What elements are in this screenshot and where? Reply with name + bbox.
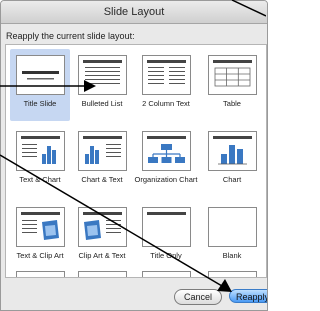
layout-blank-icon (208, 207, 257, 247)
layout-label: Text & Clip Art (16, 251, 64, 260)
layout-label: Blank (222, 251, 242, 260)
layout-option-blank[interactable]: Blank (202, 201, 262, 273)
layout-label: Clip Art & Text (78, 251, 126, 260)
slide-layout-dialog: Slide Layout Reapply the current slide l… (0, 0, 268, 311)
layout-text-and-clip-art-icon (16, 207, 65, 247)
layout-option-text-and-clip-art[interactable]: Text & Clip Art (10, 201, 70, 273)
layout-label: Table (223, 99, 241, 108)
instruction-text: Reapply the current slide layout: (6, 31, 135, 41)
layout-title-only-icon (142, 207, 191, 247)
layout-label: Chart & Text (81, 175, 123, 184)
layout-label: Title Slide (23, 99, 57, 108)
layout-label: 2 Column Text (142, 99, 190, 108)
dialog-title: Slide Layout (1, 1, 267, 24)
layout-bulleted-list-icon (78, 55, 127, 95)
layout-label: Organization Chart (134, 175, 198, 184)
layout-option-organization-chart[interactable]: Organization Chart (134, 125, 198, 197)
layout-thumbnail (78, 271, 127, 277)
layout-option-more[interactable] (134, 270, 198, 277)
layout-table-icon (208, 55, 257, 95)
layout-thumbnail (16, 271, 65, 277)
layout-option-title-only[interactable]: Title Only (134, 201, 198, 273)
layout-chart-and-text-icon (78, 131, 127, 171)
layout-chart-icon (208, 131, 257, 171)
layout-organization-chart-icon (142, 131, 191, 171)
layout-grid: Title Slide Bulleted List 2 Column Text … (5, 44, 267, 278)
layout-option-table[interactable]: Table (202, 49, 262, 121)
layout-option-more[interactable] (72, 270, 132, 277)
layout-title-slide-icon (16, 55, 65, 95)
layout-label: Bulleted List (81, 99, 123, 108)
layout-option-bulleted-list[interactable]: Bulleted List (72, 49, 132, 121)
layout-label: Text & Chart (19, 175, 61, 184)
layout-option-clip-art-and-text[interactable]: Clip Art & Text (72, 201, 132, 273)
layout-option-more[interactable] (202, 270, 262, 277)
layout-clip-art-and-text-icon (78, 207, 127, 247)
layout-thumbnail (142, 271, 191, 277)
layout-option-two-column-text[interactable]: 2 Column Text (134, 49, 198, 121)
layout-text-and-chart-icon (16, 131, 65, 171)
layout-option-text-and-chart[interactable]: Text & Chart (10, 125, 70, 197)
layout-two-column-text-icon (142, 55, 191, 95)
reapply-button[interactable]: Reapply (229, 289, 267, 303)
cancel-button[interactable]: Cancel (174, 289, 222, 305)
layout-option-chart[interactable]: Chart (202, 125, 262, 197)
layout-thumbnail (208, 271, 257, 277)
layout-label: Title Only (150, 251, 182, 260)
layout-label: Chart (222, 175, 242, 184)
layout-option-more[interactable] (10, 270, 70, 277)
layout-option-title-slide[interactable]: Title Slide (10, 49, 70, 121)
layout-option-chart-and-text[interactable]: Chart & Text (72, 125, 132, 197)
